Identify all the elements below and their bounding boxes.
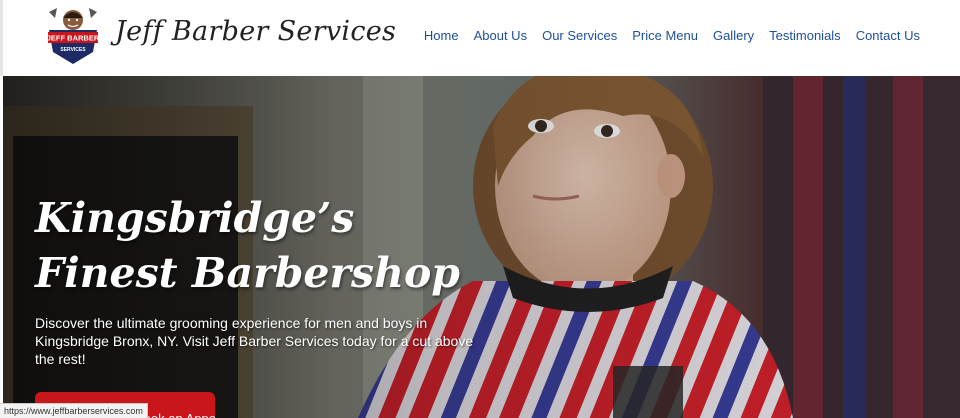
site-logo[interactable]: JEFF BARBER SERVICES (41, 4, 105, 68)
nav-item-contact-us[interactable]: Contact Us (856, 28, 920, 43)
logo-line2: SERVICES (60, 47, 86, 53)
status-bar-url: https://www.jeffbarberservices.com (0, 403, 148, 418)
nav-item-price-menu[interactable]: Price Menu (632, 28, 698, 43)
main-nav: Home About Us Our Services Price Menu Ga… (424, 28, 920, 43)
barber-mascot-logo-icon: JEFF BARBER SERVICES (41, 4, 105, 68)
brand-name[interactable]: Jeff Barber Services (115, 16, 396, 47)
logo-line1: JEFF BARBER (47, 34, 100, 43)
hero-description: Discover the ultimate grooming experienc… (35, 315, 474, 367)
nav-item-about-us[interactable]: About Us (474, 28, 527, 43)
hero-section: Kingsbridge’s Finest Barbershop Discover… (3, 76, 960, 418)
hero-title: Kingsbridge’s Finest Barbershop (35, 194, 460, 297)
nav-item-testimonials[interactable]: Testimonials (769, 28, 841, 43)
site-header: JEFF BARBER SERVICES Jeff Barber Service… (0, 0, 960, 76)
nav-item-home[interactable]: Home (424, 28, 459, 43)
nav-item-our-services[interactable]: Our Services (542, 28, 617, 43)
nav-item-gallery[interactable]: Gallery (713, 28, 754, 43)
